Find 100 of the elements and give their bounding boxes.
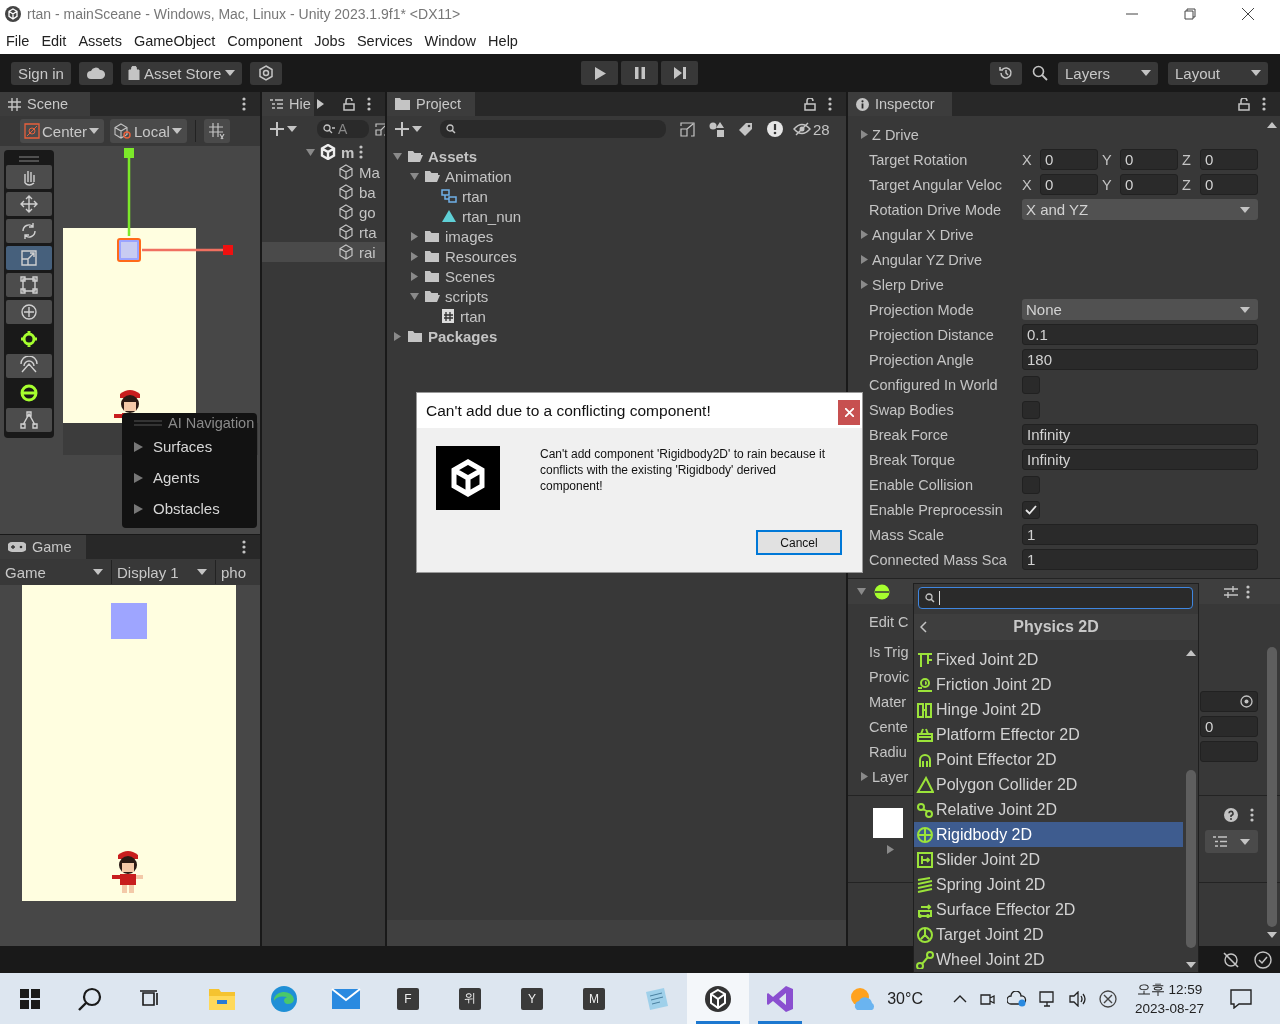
foldout-arrow-icon[interactable] bbox=[410, 171, 419, 181]
foldout-arrow-icon[interactable] bbox=[393, 151, 402, 161]
tool-button[interactable] bbox=[6, 300, 52, 324]
hexagon-button[interactable] bbox=[250, 61, 283, 85]
tool-button[interactable] bbox=[6, 273, 52, 297]
add-button[interactable] bbox=[270, 122, 297, 136]
more-icon[interactable] bbox=[1246, 584, 1250, 599]
crossed-eye-icon[interactable] bbox=[1222, 950, 1240, 969]
picker-entry[interactable]: Polygon Collider 2D bbox=[914, 772, 1183, 798]
tag-icon[interactable] bbox=[738, 121, 753, 137]
more-icon[interactable] bbox=[1262, 97, 1266, 111]
lock-icon[interactable] bbox=[804, 97, 816, 111]
value-field[interactable]: 1 bbox=[1022, 524, 1258, 545]
scene-tab[interactable]: Scene bbox=[0, 92, 90, 116]
foldout-arrow-icon[interactable] bbox=[860, 772, 869, 781]
menu-item[interactable]: Services bbox=[350, 33, 419, 49]
picker-entry[interactable]: Relative Joint 2D bbox=[914, 797, 1183, 823]
foldout-arrow-icon[interactable] bbox=[857, 587, 866, 596]
picker-entry[interactable]: Platform Effector 2D bbox=[914, 722, 1183, 748]
project-item[interactable]: scripts bbox=[445, 287, 489, 305]
tool-button[interactable] bbox=[6, 408, 52, 432]
value-field[interactable]: 0.1 bbox=[1022, 324, 1258, 345]
check-circle-icon[interactable] bbox=[1254, 950, 1272, 969]
value-field[interactable]: Infinity bbox=[1022, 424, 1258, 445]
history-button[interactable] bbox=[990, 61, 1022, 85]
project-item[interactable]: Resources bbox=[445, 247, 517, 265]
scroll-down-icon[interactable] bbox=[1185, 962, 1196, 968]
menu-item[interactable]: Help bbox=[482, 33, 524, 49]
number-field[interactable]: 0 bbox=[1200, 716, 1258, 737]
foldout-arrow-icon[interactable] bbox=[886, 845, 895, 854]
space-dropdown[interactable]: Local bbox=[110, 119, 187, 143]
value-field[interactable] bbox=[1200, 741, 1258, 762]
picker-entry[interactable]: Rigidbody 2D bbox=[914, 822, 1183, 848]
windows-start-icon[interactable] bbox=[20, 988, 40, 1009]
blocked-circle-icon[interactable] bbox=[1098, 989, 1117, 1008]
taskbar-app[interactable]: 위 bbox=[439, 973, 501, 1024]
back-chevron-icon[interactable] bbox=[920, 621, 927, 633]
tool-button[interactable] bbox=[6, 165, 52, 189]
picker-entry[interactable]: Point Effector 2D bbox=[914, 747, 1183, 773]
project-item[interactable]: Packages bbox=[428, 327, 498, 345]
shapes-icon[interactable] bbox=[709, 121, 724, 137]
add-button[interactable] bbox=[395, 122, 422, 136]
play-button[interactable] bbox=[581, 61, 618, 85]
play-triangle-icon[interactable] bbox=[317, 99, 324, 109]
target-icon[interactable] bbox=[1240, 695, 1253, 708]
search-field[interactable]: A bbox=[317, 120, 369, 138]
grid-snap-button[interactable] bbox=[203, 119, 230, 143]
color-swatch[interactable] bbox=[873, 808, 903, 838]
picker-entry[interactable]: Fixed Joint 2D bbox=[914, 648, 1183, 673]
inspector-tab[interactable]: Inspector bbox=[848, 92, 952, 116]
overlay-item[interactable]: Obstacles bbox=[153, 500, 220, 517]
speaker-icon[interactable] bbox=[1068, 990, 1087, 1007]
hierarchy-item[interactable]: rta bbox=[262, 222, 385, 242]
tool-button[interactable] bbox=[6, 354, 52, 378]
pivot-dropdown[interactable]: Center bbox=[20, 119, 105, 143]
project-tab[interactable]: Project bbox=[387, 92, 475, 116]
more-icon[interactable] bbox=[367, 97, 371, 111]
drag-handle-icon[interactable] bbox=[19, 156, 39, 162]
notification-icon[interactable] bbox=[1230, 988, 1252, 1009]
temperature[interactable]: 30°C bbox=[887, 989, 923, 1008]
layers-dropdown[interactable]: Layers bbox=[1058, 61, 1158, 85]
picker-entry[interactable]: Target Joint 2D bbox=[914, 922, 1183, 948]
value-field[interactable]: Infinity bbox=[1022, 449, 1258, 470]
more-icon[interactable] bbox=[359, 145, 364, 159]
foldout-arrow-icon[interactable] bbox=[860, 230, 869, 239]
tool-button[interactable] bbox=[6, 246, 52, 270]
more-icon[interactable] bbox=[242, 540, 246, 554]
foldout-arrow-icon[interactable] bbox=[306, 147, 315, 157]
project-item[interactable]: Assets bbox=[428, 147, 478, 165]
picker-entry[interactable]: Hinge Joint 2D bbox=[914, 697, 1183, 723]
clock[interactable]: 오후 12:59 2023-08-27 bbox=[1134, 979, 1204, 1018]
project-item[interactable]: Animation bbox=[445, 167, 512, 185]
foldout-arrow-icon[interactable] bbox=[410, 251, 419, 261]
foldout-arrow-icon[interactable] bbox=[860, 130, 869, 139]
search-field[interactable] bbox=[440, 120, 666, 138]
number-field[interactable]: 0 bbox=[1040, 174, 1098, 195]
picker-entry[interactable]: Surface Effector 2D bbox=[914, 897, 1183, 923]
menu-item[interactable]: GameObject bbox=[127, 33, 222, 49]
menu-item[interactable]: Edit bbox=[35, 33, 73, 49]
lock-icon[interactable] bbox=[343, 97, 355, 111]
project-item[interactable]: images bbox=[445, 227, 494, 245]
menu-item[interactable]: Window bbox=[418, 33, 483, 49]
save-search-icon[interactable] bbox=[680, 121, 695, 137]
more-icon[interactable] bbox=[1250, 808, 1254, 822]
cloud-button[interactable] bbox=[78, 61, 113, 85]
search-field[interactable] bbox=[918, 587, 1193, 609]
maximize-icon[interactable] bbox=[1184, 8, 1196, 20]
sign-in-button[interactable]: Sign in bbox=[11, 61, 71, 85]
menu-item[interactable]: Jobs bbox=[308, 33, 351, 49]
number-field[interactable]: 0 bbox=[1120, 149, 1178, 170]
tool-button[interactable] bbox=[6, 219, 52, 243]
overlay-item[interactable]: Surfaces bbox=[153, 438, 213, 455]
menu-item[interactable]: Component bbox=[221, 33, 309, 49]
scroll-down-icon[interactable] bbox=[1267, 932, 1277, 938]
taskbar-app[interactable]: M bbox=[563, 973, 625, 1024]
lock-icon[interactable] bbox=[1238, 97, 1250, 111]
foldout-arrow-icon[interactable] bbox=[410, 231, 419, 241]
foldout-arrow-icon[interactable] bbox=[410, 271, 419, 281]
tool-button[interactable] bbox=[6, 192, 52, 216]
picker-entry[interactable]: Spring Joint 2D bbox=[914, 872, 1183, 898]
